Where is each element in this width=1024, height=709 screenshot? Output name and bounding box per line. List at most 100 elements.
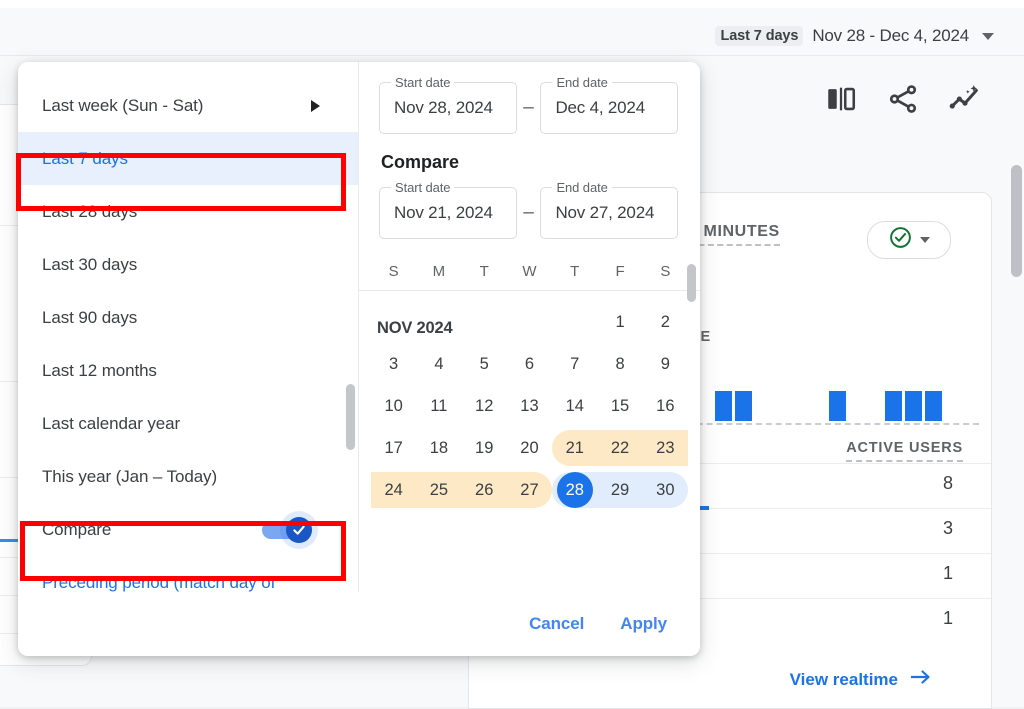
calendar-weekday: T: [479, 263, 489, 280]
primary-start-date-field[interactable]: Start date Nov 28, 2024: [379, 75, 517, 134]
date-preset-item[interactable]: Last 30 days: [18, 238, 358, 291]
primary-start-date-legend: Start date: [391, 75, 455, 90]
primary-start-date-value: Nov 28, 2024: [394, 98, 493, 117]
date-preset-label: This week (Sun - Today): [42, 62, 311, 63]
compare-date-range-row: Start date Nov 21, 2024 – End date Nov 2…: [379, 180, 679, 239]
calendar-day-cell[interactable]: 19: [462, 427, 507, 469]
compare-start-date-legend: Start date: [391, 180, 455, 195]
calendar-scrollbar[interactable]: [687, 264, 696, 302]
header-divider: [0, 55, 1024, 56]
primary-end-date-field[interactable]: End date Dec 4, 2024: [540, 75, 679, 134]
calendar-day-cell[interactable]: 26: [462, 469, 507, 511]
compare-toggle[interactable]: [262, 510, 318, 549]
cancel-button[interactable]: Cancel: [518, 605, 595, 643]
calendar-day-cell[interactable]: 12: [462, 385, 507, 427]
calendar-day-cell[interactable]: 25: [416, 469, 461, 511]
calendar-day-cell[interactable]: 20: [507, 427, 552, 469]
calendar-day-cell[interactable]: 18: [416, 427, 461, 469]
calendar-day-cell[interactable]: 5: [462, 343, 507, 385]
date-range-selector[interactable]: Last 7 days Nov 28 - Dec 4, 2024: [715, 26, 994, 46]
calendar-day-cell[interactable]: 30: [643, 469, 688, 511]
date-preset-item[interactable]: Preceding period (match day of: [18, 556, 358, 592]
calendar-day-cell[interactable]: 7: [552, 343, 597, 385]
date-preset-item[interactable]: Last 90 days: [18, 291, 358, 344]
realtime-bar: [905, 391, 922, 421]
calendar-weekday: S: [388, 263, 399, 280]
date-preset-item[interactable]: This year (Jan – Today): [18, 450, 358, 503]
preset-list-scrollbar[interactable]: [346, 384, 355, 450]
date-preset-scroll-container: This week (Sun - Today) Last week (Sun - …: [18, 62, 358, 592]
calendar-day-cell[interactable]: 14: [552, 385, 597, 427]
calendar-day-cell[interactable]: 13: [507, 385, 552, 427]
calendar-week-row: 10 11 12 13 14 15 16: [371, 385, 688, 427]
primary-end-date-value: Dec 4, 2024: [555, 98, 645, 117]
dialog-footer: Cancel Apply: [18, 592, 700, 656]
date-preset-label: This year (Jan – Today): [42, 466, 218, 486]
calendar-day-cell[interactable]: 4: [416, 343, 461, 385]
date-preset-label: Last 30 days: [42, 254, 138, 274]
calendar-grid: NOV 2024 1 2 3 4 5 6 7 8 9 10 11 12 13 14 15 16 17 18 19 20…: [359, 301, 700, 537]
realtime-scrollbar[interactable]: [1011, 165, 1022, 277]
share-icon[interactable]: [886, 82, 920, 116]
calendar-day-cell[interactable]: 8: [597, 343, 642, 385]
calendar-day-cell[interactable]: 16: [643, 385, 688, 427]
date-preset-item[interactable]: Last 7 days: [18, 132, 358, 185]
date-preset-item[interactable]: Last 28 days: [18, 185, 358, 238]
calendar-day-cell[interactable]: 27: [507, 469, 552, 511]
calendar-day-cell[interactable]: 3: [371, 343, 416, 385]
date-preset-item[interactable]: This week (Sun - Today): [18, 62, 358, 79]
view-realtime-link[interactable]: View realtime: [790, 667, 933, 692]
realtime-active-users-label: ACTIVE USERS: [846, 440, 963, 462]
date-preset-pill: Last 7 days: [715, 26, 804, 46]
date-preset-item[interactable]: Last 12 months: [18, 344, 358, 397]
calendar-weekday-header: SMTWTFS: [359, 263, 700, 291]
compare-section-heading: Compare: [381, 152, 460, 172]
calendar-day-cell[interactable]: 28: [552, 469, 597, 511]
date-preset-item[interactable]: Last calendar year: [18, 397, 358, 450]
chevron-right-icon[interactable]: [311, 99, 320, 112]
calendar-day-cell[interactable]: 6: [507, 343, 552, 385]
primary-date-range-row: Start date Nov 28, 2024 – End date Dec 4…: [379, 75, 679, 134]
compare-start-date-field[interactable]: Start date Nov 21, 2024: [379, 180, 517, 239]
realtime-bar: [715, 391, 732, 421]
date-preset-label: Preceding period (match day of: [42, 572, 276, 592]
apply-button[interactable]: Apply: [609, 605, 678, 643]
calendar-weekday: T: [570, 263, 580, 280]
date-picker-right-panel: Start date Nov 28, 2024 – End date Dec 4…: [359, 62, 700, 592]
compare-start-date-value: Nov 21, 2024: [394, 203, 493, 222]
calendar-day-cell[interactable]: 10: [371, 385, 416, 427]
calendar-day-cell[interactable]: 22: [597, 427, 642, 469]
realtime-status-chip[interactable]: [867, 221, 951, 259]
date-range-label: Nov 28 - Dec 4, 2024: [812, 26, 969, 45]
calendar-day-cell[interactable]: 11: [416, 385, 461, 427]
calendar-week-row: 12: [371, 301, 688, 343]
calendar-day-cell[interactable]: 29: [597, 469, 642, 511]
primary-end-date-legend: End date: [552, 75, 612, 90]
chevron-down-icon[interactable]: [920, 237, 930, 243]
date-preset-label: Last 12 months: [42, 360, 157, 380]
calendar-day-cell[interactable]: 23: [643, 427, 688, 469]
realtime-bar: [735, 391, 752, 421]
date-preset-label: Last calendar year: [42, 413, 181, 433]
report-toolbar-icons: [824, 82, 982, 116]
calendar-day-cell[interactable]: 15: [597, 385, 642, 427]
calendar-day-cell[interactable]: 21: [552, 427, 597, 469]
compare-panels-icon[interactable]: [824, 82, 858, 116]
calendar-day-cell[interactable]: 2: [643, 301, 688, 343]
realtime-bar: [885, 391, 902, 421]
calendar-day-cell[interactable]: 17: [371, 427, 416, 469]
date-preset-item[interactable]: Last week (Sun - Sat): [18, 79, 358, 132]
toggle-knob[interactable]: [286, 516, 312, 543]
calendar-day-cell[interactable]: 24: [371, 469, 416, 511]
view-realtime-label: View realtime: [789, 669, 898, 689]
calendar-day-cell[interactable]: 1: [597, 301, 642, 343]
insights-sparkle-icon[interactable]: [948, 82, 982, 116]
date-fields-area: Start date Nov 28, 2024 – End date Dec 4…: [359, 62, 700, 239]
date-preset-label: Last week (Sun - Sat): [42, 95, 204, 115]
calendar-day-cell[interactable]: 9: [643, 343, 688, 385]
date-range-picker-dialog: This week (Sun - Today) Last week (Sun - …: [18, 62, 700, 656]
date-preset-item[interactable]: Compare: [18, 503, 358, 556]
dialog-body: This week (Sun - Today) Last week (Sun - …: [18, 62, 700, 592]
chevron-down-icon[interactable]: [982, 32, 994, 40]
compare-end-date-field[interactable]: End date Nov 27, 2024: [540, 180, 679, 239]
